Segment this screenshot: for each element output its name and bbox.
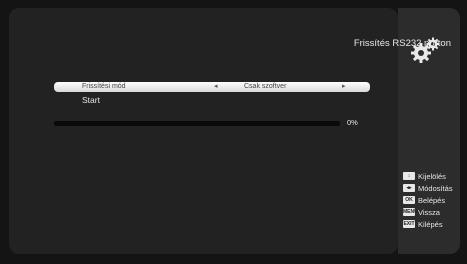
page-title: Frissítés RS232 porton [353, 38, 451, 49]
exit-key-icon: EXIT [403, 220, 415, 228]
key-legend: ↕ Kijelölés ◂▸ Módosítás OK Belépés MENU… [403, 170, 453, 230]
legend-label: Kijelölés [418, 171, 446, 181]
menu-item-value: Csak szoftver [244, 83, 287, 90]
left-arrow-icon[interactable]: ◂ [214, 82, 218, 92]
legend-label: Módosítás [418, 183, 453, 193]
legend-item-exit: EXIT Kilépés [403, 218, 453, 230]
legend-item-select: ↕ Kijelölés [403, 170, 453, 182]
menu-item-update-mode[interactable]: Frissítési mód ◂ Csak szoftver ▸ [54, 82, 370, 92]
main-panel [9, 8, 398, 254]
legend-item-enter: OK Belépés [403, 194, 453, 206]
menu-item-label: Frissítési mód [82, 83, 126, 90]
right-arrow-icon[interactable]: ▸ [342, 82, 346, 92]
legend-label: Vissza [418, 207, 440, 217]
progress-bar [54, 121, 340, 126]
legend-label: Kilépés [418, 219, 443, 229]
menu-item-start[interactable]: Start [82, 95, 100, 105]
screen: Frissítés RS232 porton Frissítési mód ◂ … [0, 0, 467, 264]
ok-key-icon: OK [403, 196, 415, 204]
updown-key-icon: ↕ [403, 172, 415, 180]
leftright-key-icon: ◂▸ [403, 184, 415, 192]
progress-percent: 0% [347, 118, 358, 127]
legend-label: Belépés [418, 195, 446, 205]
menu-key-icon: MENU [403, 208, 418, 216]
legend-item-modify: ◂▸ Módosítás [403, 182, 453, 194]
legend-item-back: MENU Vissza [403, 206, 453, 218]
